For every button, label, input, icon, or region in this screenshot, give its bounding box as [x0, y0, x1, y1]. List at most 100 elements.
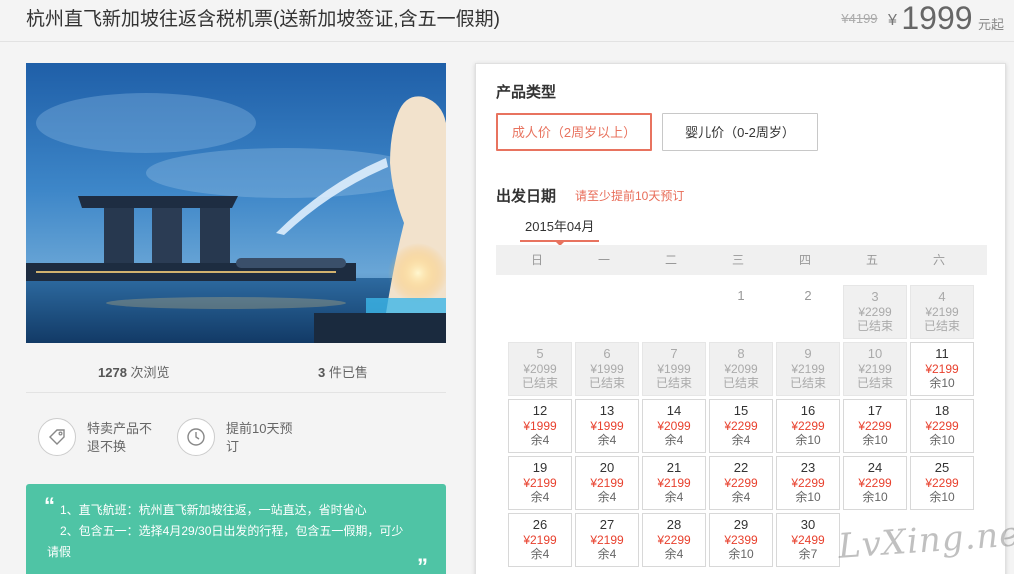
calendar-day[interactable]: 18 ¥2299 余10 [910, 399, 974, 453]
calendar-day[interactable]: 11 ¥2199 余10 [910, 342, 974, 396]
current-price: 1999 [901, 0, 973, 36]
calendar-day-number: 21 [666, 460, 682, 475]
calendar-day-price: ¥2199 [925, 362, 959, 376]
calendar-day[interactable]: 19 ¥2199 余4 [508, 456, 572, 510]
calendar-day[interactable]: 27 ¥2199 余4 [575, 513, 639, 567]
calendar-day-number: 6 [603, 346, 611, 361]
calendar-day-number: 1 [737, 288, 745, 303]
calendar-day[interactable]: 22 ¥2299 余4 [709, 456, 773, 510]
calendar-day[interactable]: 21 ¥2199 余4 [642, 456, 706, 510]
stats-bar: 1278 次浏览 3 件已售 [26, 343, 446, 393]
open-quote-icon: “ [44, 493, 55, 518]
calendar-day-price: ¥2299 [858, 419, 892, 433]
calendar-day-number: 24 [867, 460, 883, 475]
calendar-day[interactable]: 30 ¥2499 余7 [776, 513, 840, 567]
calendar-day-stock: 余4 [597, 433, 617, 447]
calendar-day-price: ¥2299 [925, 419, 959, 433]
product-photo[interactable] [26, 63, 446, 343]
calendar-day[interactable]: 14 ¥2099 余4 [642, 399, 706, 453]
calendar-day-ended: 已结束 [722, 376, 759, 390]
calendar-day[interactable]: 15 ¥2299 余4 [709, 399, 773, 453]
calendar-day-number: 27 [599, 517, 615, 532]
calendar-day-number: 19 [532, 460, 548, 475]
calendar-day-price: ¥1999 [590, 362, 624, 376]
calendar-day: 8 ¥2099 已结束 [709, 342, 773, 396]
singapore-skyline-image [26, 63, 446, 343]
calendar-day[interactable]: 29 ¥2399 余10 [709, 513, 773, 567]
calendar-day-number: 26 [532, 517, 548, 532]
calendar-day-price: ¥2299 [724, 476, 758, 490]
calendar-day[interactable]: 16 ¥2299 余10 [776, 399, 840, 453]
calendar-day-ended: 已结束 [856, 319, 893, 333]
adult-price-option[interactable]: 成人价（2周岁以上） [496, 113, 652, 151]
calendar-day-price: ¥2199 [523, 476, 557, 490]
calendar-day-number: 29 [733, 517, 749, 532]
calendar-day-price: ¥2299 [791, 476, 825, 490]
calendar-day: 5 ¥2099 已结束 [508, 342, 572, 396]
calendar-day-price: ¥1999 [657, 362, 691, 376]
calendar-day-stock: 余4 [530, 490, 550, 504]
view-count: 1278 次浏览 [98, 365, 170, 380]
calendar-day[interactable]: 24 ¥2299 余10 [843, 456, 907, 510]
calendar-day-ended: 已结束 [521, 376, 558, 390]
weekday-sat: 六 [932, 253, 945, 267]
infant-price-option[interactable]: 婴儿价（0-2周岁） [662, 113, 818, 151]
highlight-line-2: 2、包含五一：选择4月29/30日出发的行程，包含五一假期，可少 [60, 524, 404, 538]
calendar-day-number: 15 [733, 403, 749, 418]
calendar-day-price: ¥2199 [858, 362, 892, 376]
calendar-day[interactable]: 23 ¥2299 余10 [776, 456, 840, 510]
calendar-day: 3 ¥2299 已结束 [843, 285, 907, 339]
feature-list: 特卖产品不退不换 提前10天预订 [26, 393, 446, 483]
calendar-day-price: ¥2199 [925, 305, 959, 319]
calendar-day-number: 23 [800, 460, 816, 475]
calendar-day[interactable]: 28 ¥2299 余4 [642, 513, 706, 567]
calendar-day-price: ¥2199 [590, 533, 624, 547]
calendar-day-stock: 余4 [530, 433, 550, 447]
calendar-day[interactable]: 12 ¥1999 余4 [508, 399, 572, 453]
calendar-day-price: ¥2499 [791, 533, 825, 547]
calendar-day-number: 30 [800, 517, 816, 532]
calendar-day[interactable]: 17 ¥2299 余10 [843, 399, 907, 453]
calendar-day-price: ¥2199 [590, 476, 624, 490]
calendar-day-stock: 余4 [731, 433, 751, 447]
calendar-day-number: 11 [935, 346, 949, 361]
month-tab[interactable]: 2015年04月 [520, 218, 600, 246]
highlight-line-1: 1、直飞航班：杭州直飞新加坡往返，一站直达，省时省心 [60, 503, 367, 517]
calendar-day-number: 4 [938, 289, 946, 304]
calendar-day-price: ¥2299 [791, 419, 825, 433]
calendar-day-price: ¥1999 [590, 419, 624, 433]
weekday-wed: 三 [731, 253, 744, 267]
calendar-day-price: ¥1999 [523, 419, 557, 433]
price-box: ¥4199 ¥ 1999 元起 [841, 0, 1004, 37]
calendar-day[interactable]: 25 ¥2299 余10 [910, 456, 974, 510]
weekday-mon: 一 [597, 253, 610, 267]
product-type-title: 产品类型 [496, 84, 557, 101]
calendar-day-price: ¥2299 [724, 419, 758, 433]
calendar-day[interactable]: 26 ¥2199 余4 [508, 513, 572, 567]
price-suffix: 元起 [977, 17, 1004, 32]
calendar-day-price: ¥2099 [523, 362, 557, 376]
calendar-day-stock: 余10 [728, 547, 754, 561]
calendar-day-price: ¥2199 [523, 533, 557, 547]
calendar-day[interactable]: 20 ¥2199 余4 [575, 456, 639, 510]
calendar-day: 7 ¥1999 已结束 [642, 342, 706, 396]
weekday-fri: 五 [865, 253, 878, 267]
feature-no-refund: 特卖产品不退不换 [38, 418, 155, 456]
calendar-day-price: ¥2299 [925, 476, 959, 490]
calendar-day-stock: 余10 [795, 490, 821, 504]
calendar-day: 10 ¥2199 已结束 [843, 342, 907, 396]
calendar-day-stock: 余4 [664, 490, 684, 504]
calendar-day-number: 16 [800, 403, 816, 418]
product-gallery-column: 1278 次浏览 3 件已售 特卖产品不退不换 提前10天预订 “ 1、直飞航班… [26, 63, 446, 574]
calendar-day[interactable]: 13 ¥1999 余4 [575, 399, 639, 453]
calendar-day-number: 7 [670, 346, 678, 361]
calendar-day-number: 28 [666, 517, 682, 532]
calendar-day-number: 13 [599, 403, 615, 418]
calendar-day-ended: 已结束 [588, 376, 625, 390]
calendar-day-number: 18 [934, 403, 950, 418]
calendar-day-number: 5 [536, 346, 544, 361]
highlights-box: “ 1、直飞航班：杭州直飞新加坡往返，一站直达，省时省心 2、包含五一：选择4月… [26, 484, 446, 574]
calendar-day-ended: 已结束 [789, 376, 826, 390]
calendar-day-stock: 余4 [597, 490, 617, 504]
close-quote-icon: ” [417, 554, 428, 574]
